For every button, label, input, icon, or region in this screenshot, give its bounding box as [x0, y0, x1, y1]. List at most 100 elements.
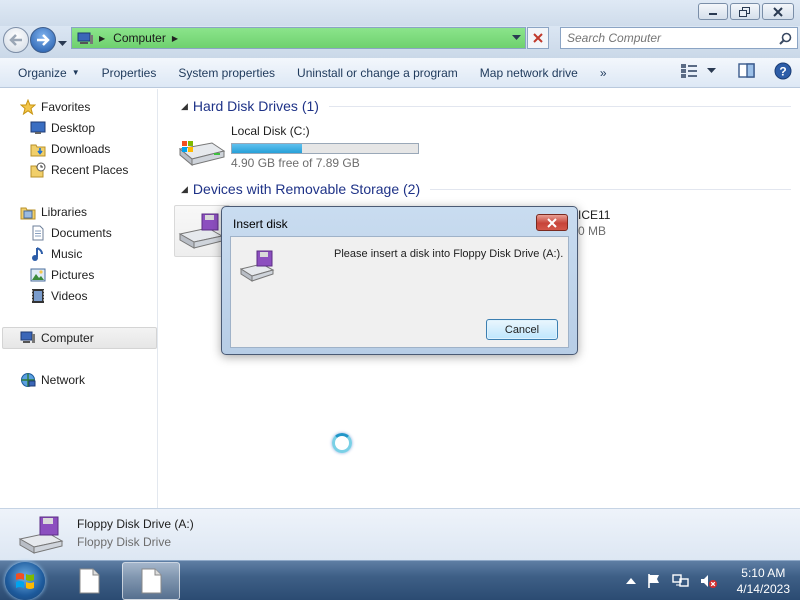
document-icon — [79, 568, 100, 594]
computer-icon — [20, 330, 36, 346]
busy-spinner-icon — [332, 433, 352, 453]
nav-recent-places[interactable]: Recent Places — [30, 160, 128, 180]
map-network-drive-button[interactable]: Map network drive — [469, 58, 589, 88]
back-arrow-icon — [9, 34, 22, 46]
minimize-button[interactable] — [698, 3, 728, 20]
nav-favorites[interactable]: Favorites — [20, 97, 90, 117]
star-icon — [20, 99, 36, 115]
nav-music-label: Music — [51, 247, 83, 261]
nav-documents[interactable]: Documents — [30, 223, 112, 243]
dialog-close-button[interactable] — [536, 214, 568, 231]
nav-favorites-label: Favorites — [41, 100, 91, 114]
nav-pictures-label: Pictures — [51, 268, 95, 282]
pictures-icon — [30, 267, 46, 283]
nav-downloads[interactable]: Downloads — [30, 139, 110, 159]
local-disk-details[interactable]: Local Disk (C:) 4.90 GB free of 7.89 GB — [231, 124, 419, 170]
restore-button[interactable] — [730, 3, 760, 20]
removable-storage-header: Devices with Removable Storage (2) — [192, 181, 421, 197]
downloads-folder-icon — [30, 141, 46, 157]
nav-computer[interactable]: Computer — [20, 328, 94, 348]
uninstall-program-button[interactable]: Uninstall or change a program — [286, 58, 469, 88]
svg-text:?: ? — [779, 65, 786, 79]
chevron-down-icon: ▼ — [71, 68, 80, 77]
clock[interactable]: 5:10 AM 4/14/2023 — [737, 565, 790, 597]
more-commands-button[interactable]: » — [589, 58, 618, 88]
view-dropdown-icon[interactable] — [707, 68, 716, 74]
taskbar-item-explorer[interactable] — [122, 562, 180, 600]
back-button[interactable] — [3, 27, 29, 53]
forward-arrow-icon — [37, 34, 50, 46]
show-hidden-icons-icon[interactable] — [625, 577, 636, 585]
caption-buttons — [698, 3, 794, 20]
organize-label: Organize — [18, 65, 67, 80]
action-center-flag-icon[interactable] — [646, 573, 662, 589]
volume-muted-icon[interactable] — [700, 573, 718, 589]
nav-libraries[interactable]: Libraries — [20, 202, 87, 222]
nav-network[interactable]: Network — [20, 370, 85, 390]
nav-music[interactable]: Music — [30, 244, 82, 264]
removable-storage-group[interactable]: ◢ Devices with Removable Storage (2) — [181, 181, 791, 197]
navigation-bar: ▶ Computer ▶ — [0, 26, 800, 58]
nav-pictures[interactable]: Pictures — [30, 265, 94, 285]
local-disk-free-space: 4.90 GB free of 7.89 GB — [231, 156, 360, 170]
chevron-down-icon — [58, 41, 67, 46]
red-x-icon — [533, 33, 543, 43]
address-dropdown-icon[interactable] — [512, 35, 521, 41]
hard-disk-drives-header: Hard Disk Drives (1) — [192, 98, 319, 114]
search-icon[interactable] — [779, 32, 792, 45]
system-tray: 5:10 AM 4/14/2023 — [621, 561, 790, 600]
stop-button[interactable] — [527, 27, 549, 49]
disk-usage-fill — [232, 144, 303, 153]
recent-pages-dropdown[interactable] — [58, 36, 67, 50]
floppy-drive-icon — [240, 250, 275, 282]
insert-disk-dialog: Insert disk Please insert a disk into Fl… — [221, 206, 578, 355]
nav-libraries-label: Libraries — [41, 205, 88, 219]
minimize-icon — [709, 12, 717, 15]
floppy-drive-icon — [178, 213, 224, 249]
nav-computer-label: Computer — [41, 331, 94, 345]
clock-date: 4/14/2023 — [736, 582, 790, 596]
nav-downloads-label: Downloads — [51, 142, 111, 156]
videos-icon — [30, 288, 46, 304]
command-toolbar: Organize ▼ Properties System properties U… — [0, 58, 800, 88]
close-icon — [773, 6, 783, 17]
system-properties-button[interactable]: System properties — [167, 58, 286, 88]
local-disk-item[interactable] — [176, 133, 226, 170]
close-window-button[interactable] — [762, 3, 794, 20]
libraries-icon — [20, 204, 36, 220]
group-divider — [430, 188, 791, 190]
address-bar[interactable]: ▶ Computer ▶ — [71, 27, 526, 49]
details-item-type: Floppy Disk Drive — [77, 535, 172, 549]
details-pane: Floppy Disk Drive (A:) Floppy Disk Drive — [0, 508, 800, 560]
help-icon[interactable]: ? — [774, 62, 792, 80]
dvd-drive-name-partial[interactable]: ICE11 — [578, 208, 610, 222]
start-button[interactable] — [5, 562, 45, 600]
breadcrumb-separator-icon[interactable]: ▶ — [99, 34, 105, 43]
forward-button[interactable] — [30, 27, 56, 53]
search-input[interactable] — [561, 28, 761, 48]
navigation-pane: Favorites Desktop Downloads Recent Place… — [0, 89, 158, 508]
search-box — [560, 27, 798, 49]
details-item-name: Floppy Disk Drive (A:) — [77, 517, 194, 531]
preview-pane-icon[interactable] — [738, 63, 756, 79]
taskbar-item-document[interactable] — [60, 562, 118, 600]
music-icon — [30, 246, 46, 262]
local-disk-name: Local Disk (C:) — [231, 124, 310, 138]
breadcrumb-computer[interactable]: Computer — [113, 31, 166, 45]
document-icon — [141, 568, 162, 594]
organize-menu[interactable]: Organize ▼ — [0, 58, 91, 88]
breadcrumb-separator-icon[interactable]: ▶ — [172, 34, 178, 43]
nav-desktop[interactable]: Desktop — [30, 118, 95, 138]
hard-disk-drives-group[interactable]: ◢ Hard Disk Drives (1) — [181, 98, 791, 114]
nav-network-label: Network — [41, 373, 86, 387]
nav-videos[interactable]: Videos — [30, 286, 87, 306]
cancel-button[interactable]: Cancel — [486, 319, 558, 340]
change-view-icon[interactable] — [681, 64, 697, 78]
nav-desktop-label: Desktop — [51, 121, 96, 135]
collapse-triangle-icon: ◢ — [181, 100, 188, 111]
dialog-title: Insert disk — [233, 217, 288, 231]
properties-button[interactable]: Properties — [91, 58, 168, 88]
desktop-icon — [30, 120, 46, 136]
dialog-body: Please insert a disk into Floppy Disk Dr… — [230, 236, 569, 348]
network-status-icon[interactable] — [671, 573, 690, 589]
